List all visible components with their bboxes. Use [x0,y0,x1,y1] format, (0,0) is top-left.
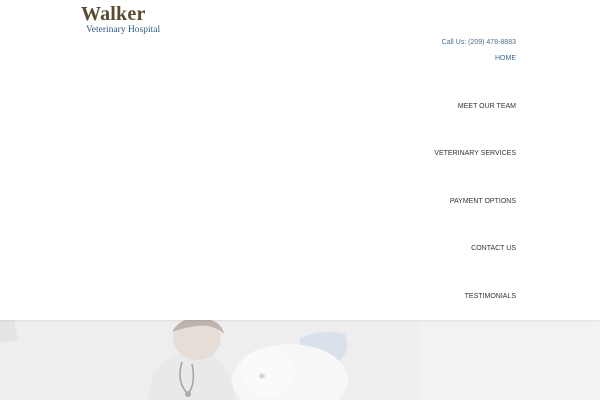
logo-subtitle: Veterinary Hospital [86,25,161,35]
nav-item-meet-our-team[interactable]: MEET OUR TEAM [434,103,516,151]
nav-item-contact-us[interactable]: CONTACT US [434,245,516,293]
nav-item-home[interactable]: HOME [434,55,516,103]
stethoscope-chest-piece [185,391,191,397]
page: Walker Veterinary Hospital Call Us: (209… [0,0,600,400]
dog-head [240,348,296,396]
main-nav: HOME MEET OUR TEAM VETERINARY SERVICES P… [434,55,516,340]
phone-number[interactable]: Call Us: (209) 478-8883 [442,39,516,46]
nav-item-testimonials[interactable]: TESTIMONIALS [434,293,516,341]
nav-item-veterinary-services[interactable]: VETERINARY SERVICES [434,150,516,198]
logo-name: Walker [81,3,146,25]
dog-eye [259,373,265,379]
nav-item-payment-options[interactable]: PAYMENT OPTIONS [434,198,516,246]
site-header: Walker Veterinary Hospital Call Us: (209… [0,0,600,320]
site-logo[interactable]: Walker Veterinary Hospital [81,3,160,35]
